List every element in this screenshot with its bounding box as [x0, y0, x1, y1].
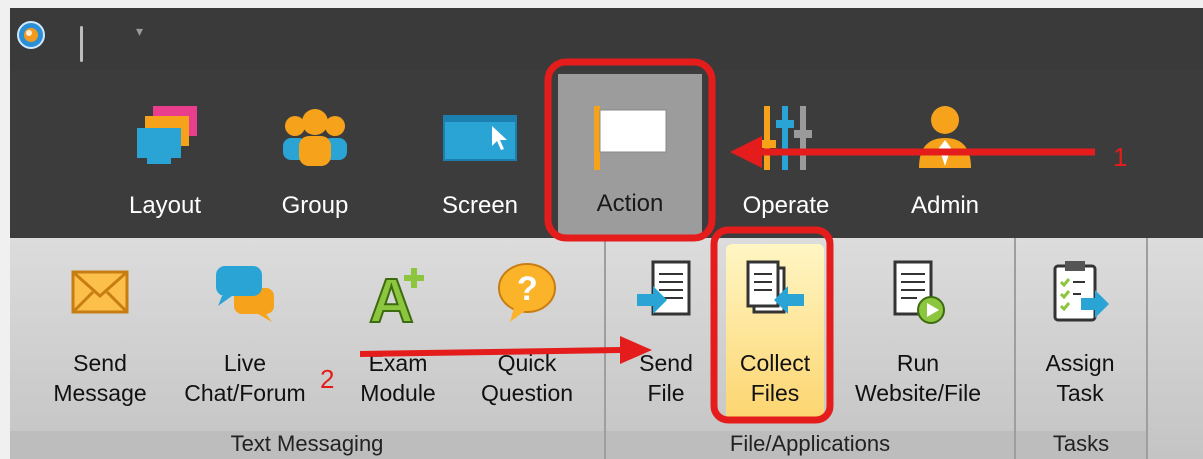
flag-icon	[594, 106, 667, 170]
app-logo-icon[interactable]	[16, 20, 46, 50]
group-title: Tasks	[1016, 431, 1146, 459]
svg-text:?: ?	[517, 270, 538, 308]
live-chat-forum-button[interactable]: Live Chat/Forum	[180, 244, 310, 420]
tab-label: Screen	[441, 192, 519, 219]
layout-icon	[137, 106, 197, 164]
admin-icon	[919, 106, 971, 168]
run-website-file-button[interactable]: Run Website/File	[838, 244, 998, 420]
send-message-button[interactable]: Send Message	[46, 244, 154, 420]
quick-question-button[interactable]: ? Quick Question	[466, 244, 588, 420]
tab-label: Operate	[742, 192, 830, 219]
tab-admin[interactable]: Admin	[890, 76, 1000, 226]
main-tab-bar: Layout Group Screen Action Operate Admin	[10, 70, 1203, 238]
tab-layout[interactable]: Layout	[110, 76, 220, 226]
exam-module-button[interactable]: A Exam Module	[338, 244, 458, 420]
group-file-applications: Send File Collect Files Run Website/File…	[606, 238, 1016, 459]
group-text-messaging: Send Message Live Chat/Forum A Exam Modu…	[10, 238, 606, 459]
tab-group[interactable]: Group	[260, 76, 370, 226]
button-label: Collect Files	[739, 350, 811, 406]
question-icon: ?	[498, 263, 556, 322]
annotation-step-1: 1	[1113, 142, 1128, 172]
group-title: File/Applications	[606, 431, 1014, 459]
collect-files-button[interactable]: Collect Files	[726, 244, 824, 420]
app-window: ▾ Layout Group Screen Action Operate Adm…	[10, 8, 1203, 459]
chat-icon	[216, 266, 274, 322]
button-label: Assign Task	[1045, 350, 1115, 406]
toolbar-separator	[80, 26, 83, 62]
tab-operate[interactable]: Operate	[726, 76, 846, 226]
send-file-icon	[637, 260, 691, 316]
group-tasks: Assign Task Tasks	[1016, 238, 1148, 459]
tab-label: Group	[281, 192, 349, 219]
envelope-icon	[71, 270, 129, 314]
tab-label: Action	[596, 190, 664, 217]
ribbon-panel: Send Message Live Chat/Forum A Exam Modu…	[10, 238, 1203, 459]
run-file-icon	[893, 260, 945, 324]
button-label: Send Message	[53, 350, 147, 406]
assign-task-icon	[1053, 261, 1109, 322]
button-label: Send File	[639, 350, 693, 406]
exam-icon: A	[368, 266, 424, 328]
group-title: Text Messaging	[10, 431, 604, 459]
tab-screen[interactable]: Screen	[420, 76, 540, 226]
button-label: Live Chat/Forum	[184, 350, 306, 406]
button-label: Quick Question	[480, 350, 574, 406]
button-label: Exam Module	[360, 350, 436, 406]
button-label: Run Website/File	[854, 350, 982, 406]
collect-files-icon	[746, 260, 804, 314]
tab-label: Admin	[910, 192, 980, 219]
assign-task-button[interactable]: Assign Task	[1028, 244, 1132, 420]
send-file-button[interactable]: Send File	[618, 244, 714, 420]
quick-access-toolbar: ▾	[10, 8, 1203, 70]
tab-action[interactable]: Action	[558, 74, 702, 236]
tab-label: Layout	[128, 192, 202, 219]
annotation-step-2: 2	[320, 364, 335, 394]
customize-toolbar-icon[interactable]: ▾	[136, 24, 143, 38]
screen-icon	[443, 115, 517, 161]
sliders-icon	[758, 106, 812, 170]
group-icon	[283, 109, 347, 166]
